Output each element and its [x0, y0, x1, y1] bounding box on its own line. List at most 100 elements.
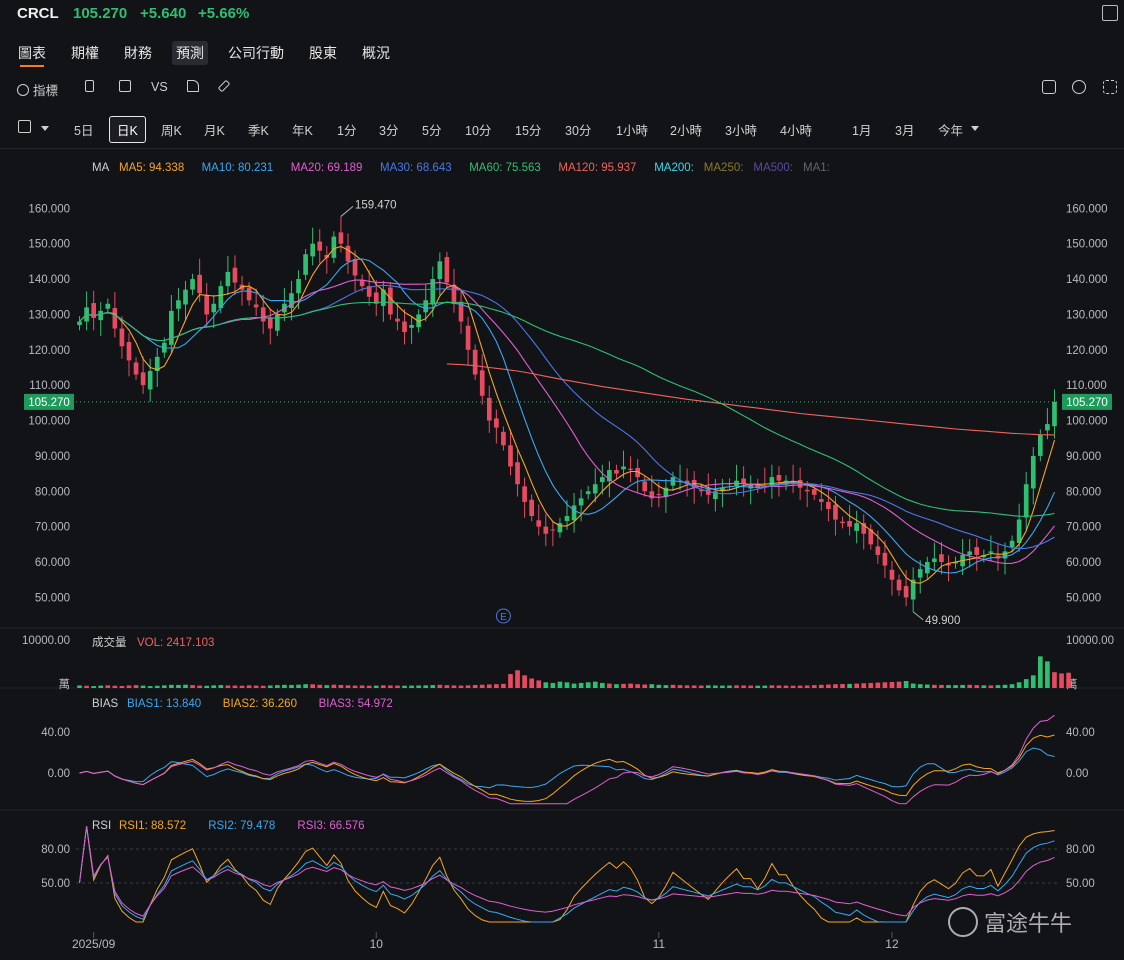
volume-bar [359, 685, 365, 688]
rsi-tick-right: 80.00 [1066, 844, 1095, 856]
tab-options[interactable]: 期權 [71, 43, 99, 63]
period-10min[interactable]: 10分 [465, 120, 491, 139]
period-15min[interactable]: 15分 [515, 120, 541, 139]
volume-bar [854, 683, 859, 688]
volume-bar [656, 684, 662, 688]
period-1h[interactable]: 1小時 [616, 120, 648, 139]
candle-body [974, 547, 980, 555]
candle-body [296, 279, 301, 294]
period-5d[interactable]: 5日 [74, 120, 93, 139]
candle-body [465, 325, 471, 350]
period-4h[interactable]: 4小時 [780, 120, 812, 139]
period-3h[interactable]: 3小時 [725, 120, 757, 139]
expand-icon[interactable] [1103, 80, 1117, 94]
candle-body [550, 529, 556, 531]
trend-button[interactable] [187, 80, 199, 92]
indicators-button[interactable]: 指標 [17, 80, 58, 99]
period-weekly[interactable]: 周K [161, 120, 182, 139]
rsi-tick-left: 80.00 [41, 844, 70, 856]
volume-bar [275, 685, 280, 688]
period-1min[interactable]: 1分 [337, 120, 356, 139]
candle-body [126, 342, 132, 361]
period-monthly[interactable]: 月K [204, 120, 225, 139]
last-price: 105.270 [73, 5, 128, 22]
candle-body [599, 477, 605, 483]
volume-bar [91, 686, 96, 688]
compare-button[interactable] [119, 80, 131, 92]
volume-bar [917, 684, 923, 688]
candle-body [310, 243, 316, 257]
candle-body [656, 494, 662, 496]
ma-legend-item: MA1: [803, 162, 830, 174]
y-tick-left: 110.000 [29, 380, 70, 392]
volume-bar [239, 685, 245, 688]
volume-bar [232, 685, 238, 688]
chevron-down-icon[interactable] [41, 126, 49, 131]
volume-bar [1023, 679, 1029, 688]
candle-body [133, 362, 139, 375]
volume-bar [896, 681, 902, 688]
volume-bar [1052, 672, 1057, 688]
candle-body [826, 501, 831, 509]
tab-overview[interactable]: 概況 [362, 43, 390, 63]
ma-legend-item: MA120: 95.937 [558, 162, 636, 174]
volume-bar [119, 685, 125, 688]
period-5min[interactable]: 5分 [422, 120, 441, 139]
x-axis-label: 10 [370, 937, 384, 951]
last-price-label-right: 105.270 [1066, 397, 1108, 409]
candle-body [1045, 424, 1050, 431]
period-selector: 5日 日K 周K 月K 季K 年K 1分 3分 5分 10分 15分 30分 1… [0, 114, 1124, 143]
period-ytd[interactable]: 今年 [938, 120, 963, 139]
volume-bar [550, 682, 556, 688]
tab-shareholders[interactable]: 股東 [309, 43, 337, 63]
volume-bar [98, 685, 104, 688]
volume-axis-top-left: 10000.00 [22, 635, 70, 647]
candle-type-button[interactable] [85, 80, 94, 92]
candle-body [917, 569, 923, 578]
period-quarterly[interactable]: 季K [248, 120, 269, 139]
volume-bar [924, 684, 930, 688]
candle-body [508, 445, 513, 467]
ytd-chevron-down-icon[interactable] [971, 126, 979, 131]
rsi-legend-item: RSI1: 88.572 [119, 820, 186, 832]
indicators-label: 指標 [33, 84, 59, 98]
tab-corporate-actions[interactable]: 公司行動 [228, 43, 284, 63]
volume-bar [402, 685, 407, 688]
stock-chart[interactable]: 160.000 160.000 150.000 150.000 140.000 140.0… [0, 148, 1124, 960]
gear-icon[interactable] [1072, 80, 1086, 94]
drawing-button[interactable] [217, 79, 231, 93]
candle-body [529, 499, 535, 517]
tab-forecast[interactable]: 預測 [172, 41, 208, 65]
volume-bar [1002, 684, 1008, 688]
candle-body [338, 232, 344, 244]
volume-bar [543, 682, 549, 688]
ma-legend-item: MA60: 75.563 [469, 162, 541, 174]
volume-bar [953, 685, 958, 688]
tab-chart[interactable]: 圖表 [18, 43, 46, 67]
period-30min[interactable]: 30分 [565, 120, 591, 139]
tab-financials[interactable]: 財務 [124, 43, 152, 63]
y-tick-left: 150.000 [28, 239, 70, 251]
layout-icon[interactable] [18, 120, 31, 133]
candle-body [169, 310, 174, 345]
volume-bar [140, 685, 146, 688]
volume-bar [246, 685, 252, 688]
vs-button[interactable]: VS [151, 80, 168, 94]
indicator-icon [17, 83, 29, 96]
candle-body [882, 552, 888, 566]
period-2h[interactable]: 2小時 [670, 120, 702, 139]
period-daily[interactable]: 日K [109, 116, 146, 143]
period-yearly[interactable]: 年K [292, 120, 313, 139]
exit-fullscreen-icon[interactable] [1102, 5, 1118, 21]
y-tick-right: 120.000 [1066, 345, 1108, 357]
candle-body [1038, 434, 1043, 456]
candle-body [875, 546, 881, 555]
period-3mo[interactable]: 3月 [895, 120, 914, 139]
x-axis-label: 2025/09 [72, 937, 116, 951]
period-1mo[interactable]: 1月 [852, 120, 871, 139]
camera-icon[interactable] [1042, 80, 1056, 94]
candle-body [833, 504, 838, 520]
period-3min[interactable]: 3分 [379, 120, 398, 139]
volume-axis-top-right: 10000.00 [1066, 635, 1114, 647]
ma5-line [79, 245, 1056, 584]
